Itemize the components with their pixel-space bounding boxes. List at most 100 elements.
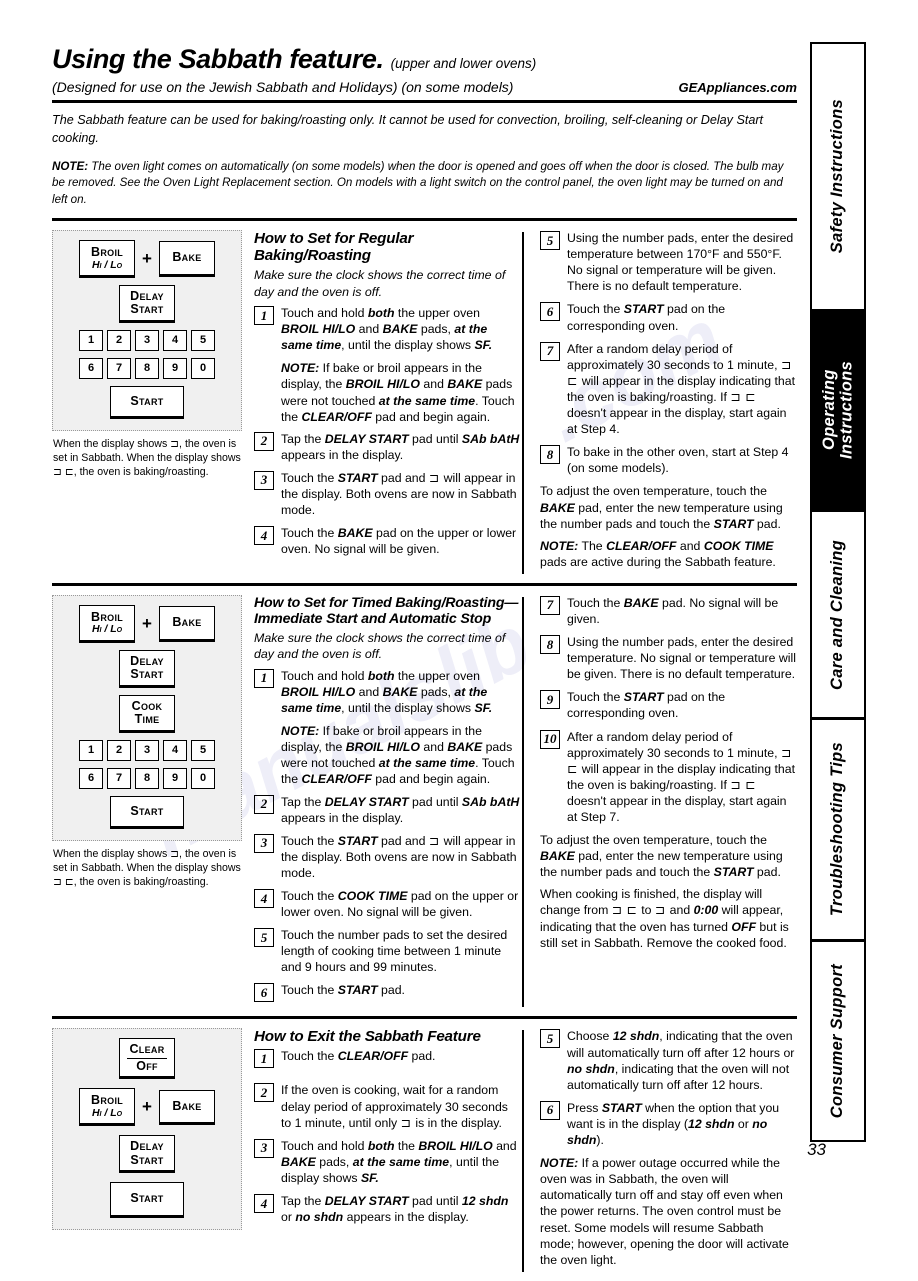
- step-item: 6 Press START when the option that you w…: [540, 1100, 797, 1148]
- bake-key[interactable]: Bake: [158, 241, 215, 277]
- tab-label: Operating Instructions: [819, 361, 855, 460]
- step-number: 4: [254, 1194, 274, 1214]
- broil-hi-lo-key[interactable]: Broil Hi / Lo: [79, 604, 136, 643]
- step-text: Touch and hold both the BROIL HI/LO and …: [281, 1138, 517, 1185]
- start-key[interactable]: Start: [110, 385, 184, 420]
- number-key-6[interactable]: 6: [79, 767, 103, 789]
- control-panel-diagram-1: Broil Hi / Lo + Bake Delay Start 1 2 3 4…: [52, 230, 242, 432]
- number-key-7[interactable]: 7: [107, 767, 131, 789]
- tab-care-and-cleaning[interactable]: Care and Cleaning: [810, 510, 866, 718]
- step-text: Tap the DELAY START pad until SAb bAtH a…: [281, 431, 520, 462]
- tab-troubleshooting-tips[interactable]: Troubleshooting Tips: [810, 718, 866, 940]
- number-key-0[interactable]: 0: [191, 357, 215, 379]
- section1-left-column: How to Set for Regular Baking/Roasting M…: [248, 230, 520, 576]
- plus-symbol: +: [142, 249, 152, 269]
- key-line-2: Hi / Lo: [91, 258, 123, 271]
- key-line-1: Start: [130, 1191, 164, 1206]
- number-key-1[interactable]: 1: [79, 329, 103, 351]
- number-pad-row-top: 1 2 3 4 5: [79, 329, 215, 351]
- start-key[interactable]: Start: [110, 795, 184, 830]
- number-key-5[interactable]: 5: [191, 329, 215, 351]
- step-number: 6: [254, 983, 274, 1003]
- number-key-7[interactable]: 7: [107, 357, 131, 379]
- step-item: 2 If the oven is cooking, wait for a ran…: [254, 1082, 520, 1130]
- delay-start-key[interactable]: Delay Start: [119, 649, 175, 688]
- broil-hi-lo-key[interactable]: Broil Hi / Lo: [79, 240, 136, 278]
- step-item: 5 Touch the number pads to set the desir…: [254, 927, 520, 975]
- tab-operating-instructions[interactable]: Operating Instructions: [810, 310, 866, 510]
- number-key-9[interactable]: 9: [163, 357, 187, 379]
- step-item: 6 Touch the START pad.: [254, 982, 520, 1003]
- step-item: 4 Touch the BAKE pad on the upper or low…: [254, 525, 520, 557]
- brand-website[interactable]: GEAppliances.com: [679, 80, 797, 95]
- clear-off-key[interactable]: Clear Off: [119, 1038, 175, 1080]
- key-line-1: Delay: [130, 1139, 164, 1154]
- number-key-3[interactable]: 3: [135, 739, 159, 761]
- number-key-4[interactable]: 4: [163, 739, 187, 761]
- step-number: 4: [254, 889, 274, 909]
- number-pad-row-bottom: 6 7 8 9 0: [79, 357, 215, 379]
- key-line-2: Start: [130, 1152, 164, 1167]
- key-line-1: Broil: [91, 1093, 124, 1108]
- bake-key[interactable]: Bake: [158, 606, 215, 642]
- number-key-6[interactable]: 6: [79, 357, 103, 379]
- step-text: Touch the START pad on the corresponding…: [567, 690, 726, 721]
- step-text: Touch the START pad and ⊐ will appear in…: [281, 470, 517, 518]
- step-item: 7 After a random delay period of approxi…: [540, 341, 797, 438]
- section-regular-baking: Broil Hi / Lo + Bake Delay Start 1 2 3 4…: [52, 221, 797, 583]
- step-text: To bake in the other oven, start at Step…: [567, 445, 789, 476]
- key-line-2: Off: [127, 1057, 167, 1074]
- number-key-3[interactable]: 3: [135, 329, 159, 351]
- panel-caption-1: When the display shows ⊐, the oven is se…: [53, 438, 241, 479]
- step-item: 7 Touch the BAKE pad. No signal will be …: [540, 595, 797, 627]
- step-text: Touch and hold both the upper oven BROIL…: [281, 668, 493, 716]
- section-timed-baking: Broil Hi / Lo + Bake Delay Start Cook Ti…: [52, 586, 797, 1017]
- number-key-8[interactable]: 8: [135, 357, 159, 379]
- number-key-1[interactable]: 1: [79, 739, 103, 761]
- section3-right-column: 5 Choose 12 shdn, indicating that the ov…: [534, 1028, 797, 1273]
- step-number: 6: [540, 302, 560, 322]
- step-text: Using the number pads, enter the desired…: [567, 635, 796, 682]
- broil-hi-lo-key[interactable]: Broil Hi / Lo: [79, 1088, 136, 1127]
- tab-safety-instructions[interactable]: Safety Instructions: [810, 42, 866, 310]
- key-line-1: Clear: [129, 1042, 165, 1057]
- section2-adjust-paragraph: To adjust the oven temperature, touch th…: [540, 833, 783, 880]
- step-text: Touch and hold both the upper oven BROIL…: [281, 306, 493, 353]
- key-line-2: Hi / Lo: [91, 623, 123, 636]
- section-exit-sabbath: Clear Off Broil Hi / Lo + Bake Delay Sta…: [52, 1019, 797, 1280]
- key-line-1: Delay: [130, 653, 164, 668]
- number-key-0[interactable]: 0: [191, 767, 215, 789]
- tab-label: Safety Instructions: [828, 99, 847, 254]
- step-number: 10: [540, 729, 560, 749]
- number-pad-row-bottom: 6 7 8 9 0: [79, 767, 215, 789]
- number-key-2[interactable]: 2: [107, 739, 131, 761]
- key-line-1: Bake: [172, 1098, 202, 1113]
- step-number: 3: [254, 470, 274, 490]
- step-item: 4 Tap the DELAY START pad until 12 shdn …: [254, 1193, 520, 1225]
- delay-start-key[interactable]: Delay Start: [119, 1135, 175, 1174]
- cook-time-key[interactable]: Cook Time: [119, 694, 175, 733]
- tab-consumer-support[interactable]: Consumer Support: [810, 940, 866, 1142]
- number-key-5[interactable]: 5: [191, 739, 215, 761]
- step-item: 5 Choose 12 shdn, indicating that the ov…: [540, 1028, 797, 1092]
- number-key-9[interactable]: 9: [163, 767, 187, 789]
- section3-final-note: NOTE: If a power outage occurred while t…: [540, 1156, 789, 1267]
- step-item: 9 Touch the START pad on the correspondi…: [540, 689, 797, 721]
- delay-start-key[interactable]: Delay Start: [119, 284, 175, 323]
- step-text: Touch the START pad and ⊐ will appear in…: [281, 833, 517, 880]
- number-key-4[interactable]: 4: [163, 329, 187, 351]
- subtitle-row: (Designed for use on the Jewish Sabbath …: [52, 79, 797, 95]
- column-divider: [522, 596, 524, 1008]
- key-line-1: Start: [130, 393, 164, 408]
- section1-step1-note: NOTE: If bake or broil appears in the di…: [281, 361, 515, 424]
- key-line-2: Start: [130, 667, 164, 682]
- step-number: 9: [540, 690, 560, 710]
- step-text: Touch the BAKE pad on the upper or lower…: [281, 526, 517, 557]
- bake-key[interactable]: Bake: [158, 1089, 215, 1126]
- control-panel-diagram-3: Clear Off Broil Hi / Lo + Bake Delay Sta…: [52, 1028, 242, 1230]
- step-item: 10 After a random delay period of approx…: [540, 729, 797, 826]
- number-key-8[interactable]: 8: [135, 767, 159, 789]
- step-number: 3: [254, 1138, 274, 1158]
- step-number: 8: [540, 445, 560, 465]
- number-key-2[interactable]: 2: [107, 329, 131, 351]
